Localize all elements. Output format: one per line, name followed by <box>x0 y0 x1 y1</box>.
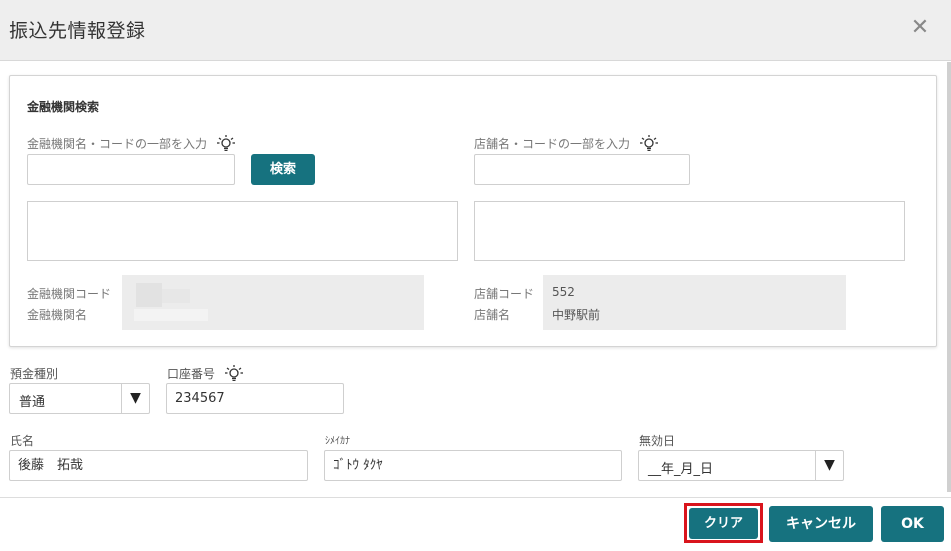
name-label: 氏名 <box>10 434 35 448</box>
dialog-header: 振込先情報登録 ✕ <box>0 0 951 61</box>
account-number-label-row: 口座番号 <box>167 365 243 382</box>
bank-info-display <box>122 275 424 330</box>
bank-search-label: 金融機関名・コードの一部を入力 <box>27 137 208 151</box>
lightbulb-icon[interactable] <box>639 135 658 151</box>
redacted-bank-code-2 <box>162 289 190 303</box>
scrollbar[interactable] <box>947 62 951 492</box>
bank-name-label: 金融機関名 <box>27 308 88 322</box>
lightbulb-icon[interactable] <box>224 365 243 381</box>
invalid-date-label: 無効日 <box>639 434 676 448</box>
kana-label: ｼﾒｲｶﾅ <box>325 436 350 447</box>
account-number-input[interactable]: 234567 <box>166 383 344 414</box>
bank-search-input[interactable] <box>27 154 235 185</box>
triangle-down-icon[interactable]: ▼ <box>815 451 843 480</box>
bank-search-panel: 金融機関検索 金融機関名・コードの一部を入力 検索 店舗名・コードの一部を入力 <box>9 75 937 347</box>
branch-code-value: 552 <box>552 285 575 299</box>
bank-code-label: 金融機関コード <box>27 287 112 301</box>
branch-name-label: 店舗名 <box>474 308 511 322</box>
branch-results-list[interactable] <box>474 201 905 261</box>
close-icon[interactable]: ✕ <box>909 16 931 40</box>
footer-divider <box>0 497 951 498</box>
account-number-label: 口座番号 <box>167 367 216 381</box>
invalid-date-value: __年_月_日 <box>648 462 714 477</box>
kana-input[interactable]: ｺﾞﾄｳ ﾀｸﾔ <box>324 450 622 481</box>
bank-results-list[interactable] <box>27 201 458 261</box>
redacted-bank-name <box>134 309 208 321</box>
triangle-down-icon[interactable]: ▼ <box>121 384 149 413</box>
branch-code-label: 店舗コード <box>474 287 535 301</box>
clear-button[interactable]: クリア <box>689 508 758 539</box>
deposit-type-label: 預金種別 <box>10 367 59 381</box>
branch-info-display: 552 中野駅前 <box>543 275 846 330</box>
section-title: 金融機関検索 <box>27 100 100 114</box>
invalid-date-select[interactable]: __年_月_日 ▼ <box>638 450 844 481</box>
deposit-type-value: 普通 <box>19 395 46 410</box>
search-button[interactable]: 検索 <box>251 154 315 185</box>
branch-search-label: 店舗名・コードの一部を入力 <box>474 137 631 151</box>
cancel-button[interactable]: キャンセル <box>769 506 873 542</box>
branch-name-value: 中野駅前 <box>552 308 601 322</box>
branch-search-input[interactable] <box>474 154 690 185</box>
branch-search-label-row: 店舗名・コードの一部を入力 <box>474 135 658 152</box>
dialog-title: 振込先情報登録 <box>9 20 146 42</box>
lightbulb-icon[interactable] <box>216 135 235 151</box>
bank-search-label-row: 金融機関名・コードの一部を入力 <box>27 135 235 152</box>
deposit-type-select[interactable]: 普通 ▼ <box>9 383 150 414</box>
name-input[interactable]: 後藤 拓哉 <box>9 450 308 481</box>
ok-button[interactable]: OK <box>881 506 944 542</box>
redacted-bank-code <box>136 283 162 307</box>
